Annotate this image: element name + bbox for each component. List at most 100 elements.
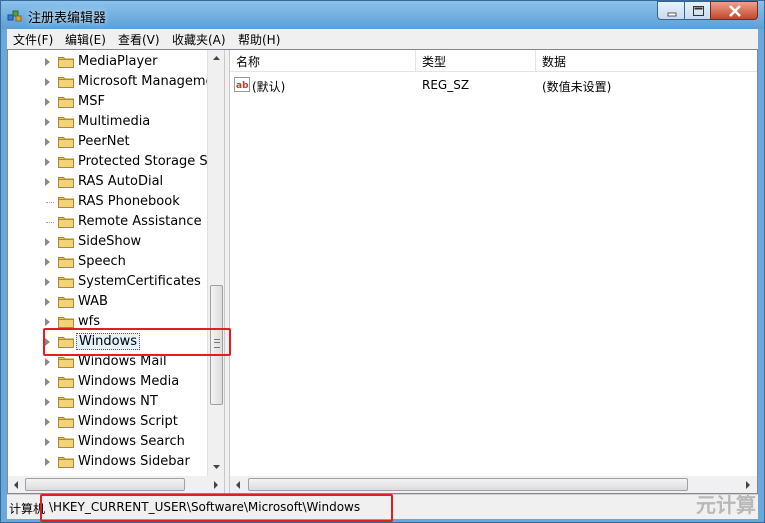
tree-item-label: MSF bbox=[78, 94, 105, 109]
folder-icon bbox=[58, 77, 74, 88]
list-row[interactable]: ab (默认) REG_SZ (数值未设置) bbox=[230, 74, 757, 94]
list-hscroll-thumb[interactable] bbox=[248, 478, 688, 491]
column-header-data[interactable]: 数据 bbox=[536, 50, 757, 72]
tree-item-label: Multimedia bbox=[78, 114, 151, 129]
highlight-box-selected-key bbox=[43, 328, 231, 356]
scroll-up-arrow-icon[interactable] bbox=[208, 50, 225, 64]
scroll-left-arrow-icon[interactable] bbox=[230, 478, 247, 492]
scroll-down-arrow-icon[interactable] bbox=[208, 460, 225, 474]
column-header-type[interactable]: 类型 bbox=[416, 50, 536, 72]
folder-icon bbox=[58, 397, 74, 408]
folder-icon bbox=[58, 97, 74, 108]
menu-favorites[interactable]: 收藏夹(A) bbox=[172, 31, 226, 48]
expand-arrow-icon[interactable] bbox=[45, 118, 50, 126]
folder-icon bbox=[58, 57, 74, 68]
folder-icon bbox=[58, 257, 74, 268]
menu-file[interactable]: 文件(F) bbox=[13, 31, 53, 48]
expand-arrow-icon[interactable] bbox=[45, 458, 50, 466]
expand-arrow-icon[interactable] bbox=[45, 138, 50, 146]
tree-item-label: Windows Media bbox=[78, 374, 180, 389]
tree-item[interactable]: RAS Phonebook bbox=[8, 192, 208, 212]
folder-icon bbox=[58, 137, 74, 148]
tree-item-label: RAS Phonebook bbox=[78, 194, 180, 209]
tree-item[interactable]: MediaPlayer bbox=[8, 52, 208, 72]
expand-arrow-icon[interactable] bbox=[45, 158, 50, 166]
close-button[interactable] bbox=[710, 1, 758, 20]
expand-arrow-icon[interactable] bbox=[45, 298, 50, 306]
tree-item[interactable]: Speech bbox=[8, 252, 208, 272]
tree-item-label: wfs bbox=[78, 314, 100, 329]
value-type: REG_SZ bbox=[422, 78, 470, 92]
folder-icon bbox=[58, 217, 74, 228]
tree-item-label: PeerNet bbox=[78, 134, 130, 149]
maximize-button[interactable] bbox=[684, 1, 711, 20]
folder-icon bbox=[58, 117, 74, 128]
tree-item[interactable]: RAS AutoDial bbox=[8, 172, 208, 192]
menu-view[interactable]: 查看(V) bbox=[118, 31, 160, 48]
expand-arrow-icon[interactable] bbox=[45, 278, 50, 286]
expand-arrow-icon[interactable] bbox=[45, 98, 50, 106]
expand-arrow-icon[interactable] bbox=[45, 318, 50, 326]
expand-arrow-icon[interactable] bbox=[45, 58, 50, 66]
tree-item[interactable]: MSF bbox=[8, 92, 208, 112]
scroll-left-arrow-icon[interactable] bbox=[8, 478, 25, 492]
tree-item[interactable]: Windows NT bbox=[8, 392, 208, 412]
folder-icon bbox=[58, 157, 74, 168]
expand-arrow-icon[interactable] bbox=[45, 398, 50, 406]
tree-item[interactable]: Windows Script bbox=[8, 412, 208, 432]
svg-text:ab: ab bbox=[236, 81, 249, 91]
tree-item[interactable]: WAB bbox=[8, 292, 208, 312]
folder-icon bbox=[58, 437, 74, 448]
tree-item-label: Windows Search bbox=[78, 434, 185, 449]
column-header-name[interactable]: 名称 bbox=[230, 50, 416, 72]
title-bar[interactable]: 注册表编辑器 bbox=[1, 1, 764, 29]
expand-arrow-icon[interactable] bbox=[45, 178, 50, 186]
tree-connector-line bbox=[46, 222, 54, 223]
folder-icon bbox=[58, 317, 74, 328]
menu-bar: 文件(F) 编辑(E) 查看(V) 收藏夹(A) 帮助(H) bbox=[7, 29, 758, 50]
tree-item[interactable]: PeerNet bbox=[8, 132, 208, 152]
tree-item[interactable]: Remote Assistance bbox=[8, 212, 208, 232]
client-area: MediaPlayer Microsoft Manageme MSF Multimed… bbox=[7, 49, 758, 494]
tree-item[interactable]: SystemCertificates bbox=[8, 272, 208, 292]
tree-horizontal-scrollbar[interactable] bbox=[8, 476, 224, 493]
value-name: (默认) bbox=[252, 80, 286, 94]
highlight-box-status-path bbox=[40, 494, 393, 522]
tree-item[interactable]: Windows Media bbox=[8, 372, 208, 392]
tree-item[interactable]: Windows Sidebar bbox=[8, 452, 208, 472]
folder-icon bbox=[58, 417, 74, 428]
registry-tree[interactable]: MediaPlayer Microsoft Manageme MSF Multimed… bbox=[8, 50, 226, 493]
tree-item[interactable]: Microsoft Manageme bbox=[8, 72, 214, 92]
tree-item[interactable]: SideShow bbox=[8, 232, 208, 252]
folder-icon bbox=[58, 177, 74, 188]
expand-arrow-icon[interactable] bbox=[45, 258, 50, 266]
expand-arrow-icon[interactable] bbox=[45, 418, 50, 426]
list-horizontal-scrollbar[interactable] bbox=[230, 476, 757, 493]
tree-vertical-scrollbar[interactable] bbox=[207, 50, 225, 476]
expand-arrow-icon[interactable] bbox=[45, 78, 50, 86]
tree-item[interactable]: Windows Search bbox=[8, 432, 208, 452]
folder-icon bbox=[58, 457, 74, 468]
minimize-button[interactable] bbox=[657, 1, 685, 20]
tree-item[interactable]: Multimedia bbox=[8, 112, 208, 132]
window-title: 注册表编辑器 bbox=[28, 11, 107, 26]
menu-edit[interactable]: 编辑(E) bbox=[65, 31, 106, 48]
value-list: 名称 类型 数据 ab (默认) REG_SZ (数值未设置) bbox=[230, 50, 757, 476]
tree-item-label: MediaPlayer bbox=[78, 54, 158, 69]
scroll-right-arrow-icon[interactable] bbox=[207, 478, 224, 492]
folder-icon bbox=[58, 357, 74, 368]
maximize-icon bbox=[693, 6, 704, 16]
expand-arrow-icon[interactable] bbox=[45, 358, 50, 366]
menu-help[interactable]: 帮助(H) bbox=[238, 31, 280, 48]
expand-arrow-icon[interactable] bbox=[45, 438, 50, 446]
folder-icon bbox=[58, 297, 74, 308]
tree-hscroll-thumb[interactable] bbox=[25, 478, 185, 491]
expand-arrow-icon[interactable] bbox=[45, 378, 50, 386]
tree-item[interactable]: Protected Storage Sys bbox=[8, 152, 222, 172]
expand-arrow-icon[interactable] bbox=[45, 238, 50, 246]
tree-item-label: SideShow bbox=[78, 234, 142, 249]
string-value-icon: ab bbox=[234, 77, 250, 92]
close-icon bbox=[729, 5, 741, 17]
regedit-window: 注册表编辑器 文件(F) 编辑(E) 查看(V) 收藏夹(A) 帮助(H) Me… bbox=[0, 0, 765, 523]
tree-item-label: SystemCertificates bbox=[78, 274, 201, 289]
